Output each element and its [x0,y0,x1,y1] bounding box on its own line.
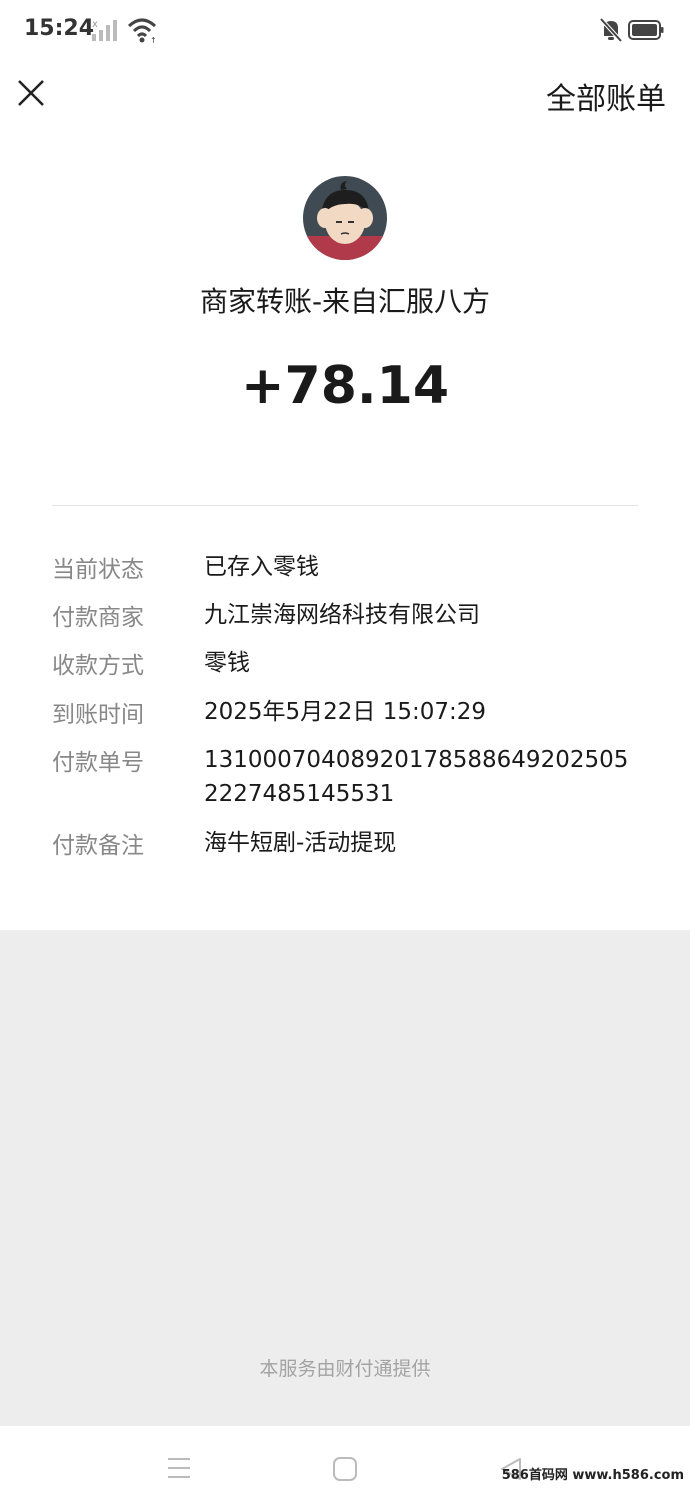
mute-bell-icon [599,17,623,43]
transfer-detail-card: 商家转账-来自汇服八方 +78.14 当前状态 已存入零钱 付款商家 九江崇海网… [0,134,690,930]
detail-value: 2025年5月22日 15:07:29 [204,699,487,725]
merchant-avatar [303,176,387,260]
watermark-text: 586首码网 www.h586.com [501,1468,684,1483]
detail-value: 已存入零钱 [204,554,319,580]
detail-label: 付款备注 [52,833,144,859]
battery-icon [628,20,664,40]
top-nav-bar: 全部账单 [0,62,690,134]
system-nav-bar: 586首码网 www.h586.com [0,1426,690,1488]
transfer-amount: +78.14 [240,356,450,416]
transfer-title: 商家转账-来自汇服八方 [199,285,491,318]
divider [52,505,638,506]
detail-value: 零钱 [204,650,250,676]
detail-label: 付款商家 [52,605,144,631]
detail-label: 收款方式 [52,653,144,679]
wifi-icon: ↑ [127,18,157,44]
close-icon[interactable] [14,76,48,110]
status-bar: 15:24 x ↑ [0,0,690,62]
detail-label: 当前状态 [52,557,144,583]
detail-label: 到账时间 [52,702,144,728]
signal-icon: x [92,19,117,41]
status-time: 15:24 [24,16,95,41]
detail-value: 海牛短剧-活动提现 [204,830,397,856]
svg-text:↑: ↑ [150,36,157,44]
detail-value: 1310007040892017858864920250522274851455… [204,747,629,807]
menu-icon[interactable] [166,1456,192,1480]
all-bills-link[interactable]: 全部账单 [546,74,666,118]
home-icon[interactable] [332,1456,358,1482]
svg-text:x: x [92,19,98,30]
detail-label: 付款单号 [52,750,144,776]
detail-value: 九江崇海网络科技有限公司 [204,602,480,628]
avatar-image [303,176,387,260]
service-provider-note: 本服务由财付通提供 [259,1358,431,1380]
